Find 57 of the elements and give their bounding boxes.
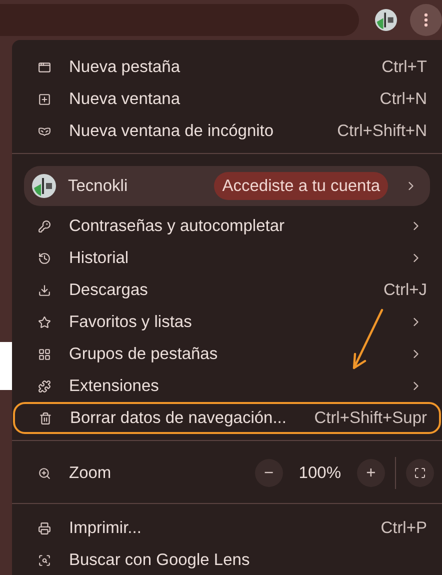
menu-item[interactable]: Grupos de pestañas [12, 338, 442, 370]
grid-icon [38, 348, 51, 360]
history-icon [38, 252, 51, 264]
menu-item-label: Zoom [69, 462, 112, 484]
menu-item-label: Historial [69, 248, 130, 269]
menu-button[interactable] [410, 4, 442, 36]
fullscreen-button[interactable] [406, 459, 434, 487]
key-icon [38, 220, 51, 232]
menu-item-label: Favoritos y listas [69, 312, 193, 333]
shortcut-text: Ctrl+Shift+N [337, 120, 427, 142]
menu-item[interactable]: Imprimir... Ctrl+P [12, 512, 442, 544]
signed-in-badge: Accediste a tu cuenta [214, 172, 388, 200]
menu-item[interactable]: Nueva ventana Ctrl+N [12, 83, 442, 115]
puzzle-icon [38, 380, 51, 392]
menu-item[interactable]: Buscar con Google Lens [12, 544, 442, 575]
menu-item-label: Extensiones [69, 376, 160, 397]
menu-item-label: Descargas [69, 280, 149, 301]
profile-name: Tecnokli [68, 176, 128, 197]
profile-item[interactable]: Tecnokli Accediste a tu cuenta [24, 166, 430, 206]
shortcut-text: Ctrl+N [380, 88, 427, 110]
shortcut-text: Ctrl+P [380, 518, 427, 539]
menu-item-label: Nueva pestaña [69, 56, 181, 78]
menu-item[interactable]: Descargas Ctrl+J [12, 274, 442, 306]
menu-item-label: Imprimir... [69, 518, 142, 539]
menu-item[interactable]: Extensiones [12, 370, 442, 402]
menu-item-label: Nueva ventana [69, 88, 181, 110]
shortcut-text: Ctrl+J [383, 280, 427, 301]
shortcut-text: Ctrl+Shift+Supr [314, 408, 427, 429]
printer-icon [38, 522, 51, 534]
menu-item[interactable]: Favoritos y listas [12, 306, 442, 338]
star-icon [38, 316, 51, 328]
menu-item[interactable]: Nueva ventana de incógnito Ctrl+Shift+N [12, 115, 442, 147]
fullscreen-icon [414, 467, 426, 479]
menu-item-label: Contraseñas y autocompletar [69, 216, 286, 237]
zoom-icon [38, 466, 51, 480]
avatar-icon [375, 9, 398, 31]
menu-item-label: Borrar datos de navegación... [70, 408, 288, 429]
menu-item[interactable]: Contraseñas y autocompletar [12, 210, 442, 242]
download-icon [38, 284, 51, 296]
new-window-icon [38, 92, 51, 106]
menu-item-label: Grupos de pestañas [69, 344, 219, 365]
lens-icon [38, 554, 51, 566]
window-icon [38, 60, 51, 74]
more-icon [424, 13, 428, 27]
shortcut-text: Ctrl+T [382, 56, 427, 78]
zoom-level: 100% [298, 462, 341, 484]
menu-item[interactable]: Borrar datos de navegación... Ctrl+Shift+Supr [13, 402, 441, 434]
menu-item[interactable]: Historial [12, 242, 442, 274]
zoom-out-button[interactable]: − [254, 459, 283, 487]
side-panel [0, 342, 12, 390]
trash-icon [39, 412, 52, 424]
zoom-in-button[interactable]: + [357, 459, 385, 487]
menu-item-label: Nueva ventana de incógnito [69, 120, 275, 142]
menu-item[interactable]: Nueva pestaña Ctrl+T [12, 51, 442, 83]
avatar-icon [32, 174, 56, 198]
incognito-icon [38, 124, 51, 138]
menu-item-label: Buscar con Google Lens [69, 550, 251, 571]
